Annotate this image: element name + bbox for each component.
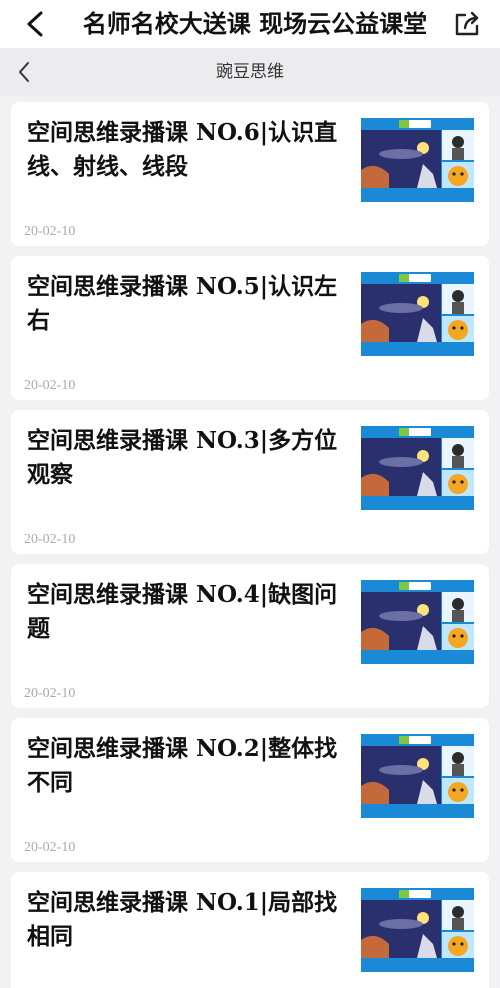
list-item[interactable]: 空间思维录播课 NO.5|认识左右 20-02-10	[11, 256, 489, 400]
item-title: 空间思维录播课 NO.2|整体找不同	[27, 735, 338, 796]
sub-header: 豌豆思维	[0, 48, 500, 96]
item-title: 空间思维录播课 NO.5|认识左右	[27, 273, 338, 334]
item-title: 空间思维录播课 NO.1|局部找相同	[27, 889, 338, 950]
list-item[interactable]: 空间思维录播课 NO.3|多方位观察 20-02-10	[11, 410, 489, 554]
back-button[interactable]	[18, 8, 52, 40]
video-thumbnail	[361, 734, 474, 818]
item-date: 20-02-10	[24, 224, 76, 239]
item-title: 空间思维录播课 NO.6|认识直线、射线、线段	[27, 119, 338, 180]
list-item[interactable]: 空间思维录播课 NO.6|认识直线、射线、线段 20-02-10	[11, 102, 489, 246]
video-thumbnail	[361, 888, 474, 972]
app-title: 名师名校大送课 现场云公益课堂	[82, 9, 428, 38]
item-date: 20-02-10	[24, 686, 76, 701]
video-thumbnail	[361, 580, 474, 664]
share-button[interactable]	[452, 10, 482, 38]
item-date: 20-02-10	[24, 840, 76, 855]
sub-back-button[interactable]	[10, 58, 38, 86]
video-thumbnail	[361, 118, 474, 202]
chevron-left-icon	[19, 62, 29, 82]
app-header: 名师名校大送课 现场云公益课堂	[0, 0, 500, 48]
list-item[interactable]: 空间思维录播课 NO.4|缺图问题 20-02-10	[11, 564, 489, 708]
item-title: 空间思维录播课 NO.4|缺图问题	[27, 581, 338, 642]
item-date: 20-02-10	[24, 532, 76, 547]
back-arrow-icon	[27, 11, 43, 37]
share-icon	[455, 11, 479, 36]
item-date: 20-02-10	[24, 378, 76, 393]
lesson-list: 空间思维录播课 NO.6|认识直线、射线、线段 20-02-10 空间思维录播课…	[0, 96, 500, 988]
video-thumbnail	[361, 272, 474, 356]
page-title: 豌豆思维	[216, 62, 284, 82]
item-title: 空间思维录播课 NO.3|多方位观察	[27, 427, 338, 488]
video-thumbnail	[361, 426, 474, 510]
list-item[interactable]: 空间思维录播课 NO.1|局部找相同	[11, 872, 489, 988]
list-item[interactable]: 空间思维录播课 NO.2|整体找不同 20-02-10	[11, 718, 489, 862]
